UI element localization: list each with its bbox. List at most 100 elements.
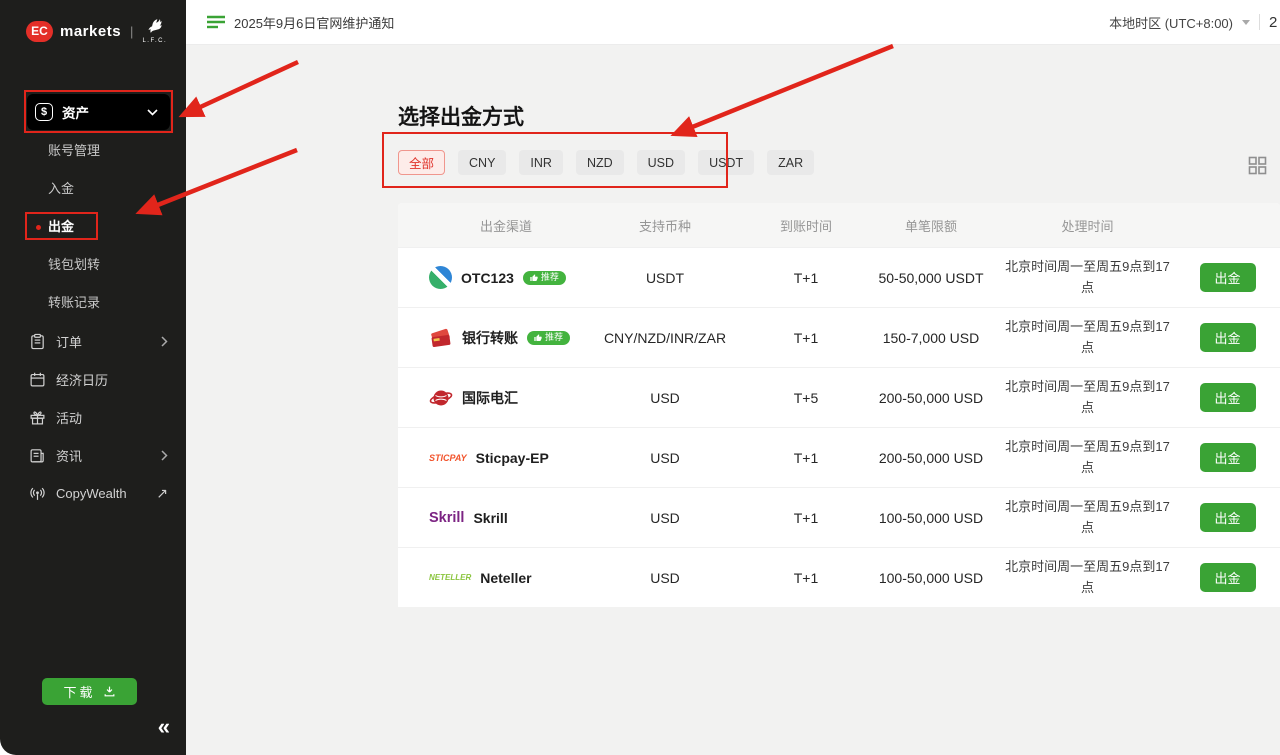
table-header: 出金渠道 支持币种 到账时间 单笔限额 处理时间 [398,203,1280,247]
chevron-down-icon [147,109,158,116]
calendar-icon [29,371,46,388]
recommended-badge: 推荐 [523,271,566,285]
sidebar-item-news[interactable]: 资讯 [0,436,186,474]
menu-label: 资讯 [56,446,151,465]
announcement-lines-icon [207,15,225,29]
timezone-label: 本地时区 (UTC+8:00) [1109,13,1233,32]
sidebar-item-transfer-records[interactable]: 转账记录 [0,284,186,322]
sticpay-logo: STICPAY [429,453,467,463]
supported-currency: USD [580,570,750,586]
header-arrival: 到账时间 [750,216,862,235]
header-processing: 处理时间 [1000,216,1175,235]
sidebar: EC markets | L.F.C. $ 资产 账号管理 入金 出金 钱包划转 [0,0,186,755]
chevron-right-icon [161,450,168,461]
external-link-icon: ↗ [156,485,168,502]
submenu-label: 转账记录 [48,295,100,310]
assets-submenu: 账号管理 入金 出金 钱包划转 转账记录 [0,132,186,322]
submenu-label: 账号管理 [48,143,100,158]
neteller-logo: NETELLER [429,573,471,582]
filter-cny[interactable]: CNY [458,150,506,175]
withdraw-button[interactable]: 出金 [1200,323,1256,352]
lfc-label: L.F.C. [142,38,167,44]
sidebar-item-orders[interactable]: 订单 [0,322,186,360]
sidebar-item-copywealth[interactable]: CopyWealth ↗ [0,474,186,512]
processing-time: 北京时间周一至周五9点到17点 [1004,257,1172,299]
table-row: 银行转账 推荐 CNY/NZD/INR/ZAR T+1 150-7,000 US… [398,307,1280,367]
liver-bird-icon [144,18,166,37]
badge-label: 推荐 [545,333,563,342]
limit: 100-50,000 USD [862,570,1000,586]
table-row: NETELLER Neteller USD T+1 100-50,000 USD… [398,547,1280,607]
header-channel: 出金渠道 [398,216,580,235]
chevron-right-icon [161,336,168,347]
processing-time: 北京时间周一至周五9点到17点 [1004,557,1172,599]
skrill-logo: Skrill [429,510,464,526]
withdraw-button[interactable]: 出金 [1200,503,1256,532]
brand-divider: | [130,24,133,39]
timezone-caret-icon[interactable] [1242,20,1250,25]
sidebar-item-activities[interactable]: 活动 [0,398,186,436]
sidebar-item-account-management[interactable]: 账号管理 [0,132,186,170]
arrival-time: T+1 [750,450,862,466]
table-row: Skrill Skrill USD T+1 100-50,000 USD 北京时… [398,487,1280,547]
limit: 50-50,000 USDT [862,270,1000,286]
grid-view-icon[interactable] [1248,156,1267,175]
ec-logo: EC [26,21,53,42]
withdraw-methods-table: 出金渠道 支持币种 到账时间 单笔限额 处理时间 OTC123 推荐 USDT … [398,203,1280,607]
badge-label: 推荐 [541,273,559,282]
arrival-time: T+1 [750,510,862,526]
sidebar-item-deposit[interactable]: 入金 [0,170,186,208]
maintenance-notice[interactable]: 2025年9月6日官网维护通知 [207,13,394,32]
filter-zar[interactable]: ZAR [767,150,814,175]
sidebar-item-assets[interactable]: $ 资产 [27,94,170,130]
dollar-icon: $ [35,103,53,121]
topbar: 2025年9月6日官网维护通知 本地时区 (UTC+8:00) 2 [186,0,1280,45]
filter-inr[interactable]: INR [519,150,563,175]
sidebar-item-economic-calendar[interactable]: 经济日历 [0,360,186,398]
channel-name: 国际电汇 [462,388,518,408]
channel-name: Neteller [480,570,531,586]
brand-logo: EC markets | L.F.C. [0,0,186,44]
filter-usd[interactable]: USD [637,150,685,175]
table-row: STICPAY Sticpay-EP USD T+1 200-50,000 US… [398,427,1280,487]
withdraw-button[interactable]: 出金 [1200,383,1256,412]
filter-nzd[interactable]: NZD [576,150,624,175]
clipboard-icon [29,333,46,350]
arrival-time: T+1 [750,570,862,586]
withdraw-button[interactable]: 出金 [1200,443,1256,472]
submenu-label: 出金 [48,219,74,234]
download-label: 下载 [63,682,95,701]
processing-time: 北京时间周一至周五9点到17点 [1004,497,1172,539]
wire-transfer-logo [429,386,453,410]
filter-all[interactable]: 全部 [398,150,445,175]
thumb-up-icon [534,334,542,342]
withdraw-button[interactable]: 出金 [1200,263,1256,292]
table-row: 国际电汇 USD T+5 200-50,000 USD 北京时间周一至周五9点到… [398,367,1280,427]
arrival-time: T+1 [750,330,862,346]
recommended-badge: 推荐 [527,331,570,345]
limit: 150-7,000 USD [862,330,1000,346]
lfc-logo: L.F.C. [142,18,167,44]
brand-name: markets [60,23,121,40]
sidebar-item-wallet-transfer[interactable]: 钱包划转 [0,246,186,284]
header-currency: 支持币种 [580,216,750,235]
withdraw-button[interactable]: 出金 [1200,563,1256,592]
limit: 200-50,000 USD [862,390,1000,406]
limit: 100-50,000 USD [862,510,1000,526]
sidebar-menu: 订单 经济日历 活动 资讯 [0,322,186,512]
collapse-sidebar-icon[interactable]: « [158,716,170,738]
broadcast-icon [29,485,46,502]
bank-transfer-logo [429,326,453,350]
notice-text: 2025年9月6日官网维护通知 [234,13,394,32]
filter-usdt[interactable]: USDT [698,150,754,175]
supported-currency: USDT [580,270,750,286]
sidebar-item-withdraw[interactable]: 出金 [0,208,186,246]
limit: 200-50,000 USD [862,450,1000,466]
menu-label: CopyWealth [56,486,146,501]
gift-icon [29,409,46,426]
currency-filter-bar: 全部 CNY INR NZD USD USDT ZAR [398,150,814,175]
download-button[interactable]: 下载 [42,678,137,705]
otc123-logo [429,266,452,289]
sidebar-item-label: 资产 [62,102,138,122]
channel-name: Sticpay-EP [476,450,549,466]
